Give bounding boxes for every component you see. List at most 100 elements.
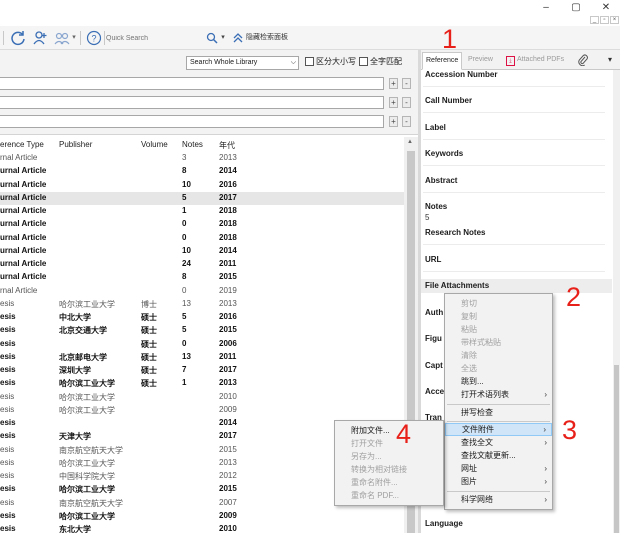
- menu-item-copy[interactable]: 复制: [445, 310, 552, 323]
- cell-reference-type: urnal Article: [0, 232, 47, 242]
- search-scope-select[interactable]: Search Whole Library ⌵: [186, 56, 299, 70]
- cell-year: 2014: [219, 418, 237, 427]
- menu-item-open-term-lists[interactable]: 打开术语列表 ›: [445, 388, 552, 401]
- column-header-publisher[interactable]: Publisher: [59, 140, 92, 149]
- field-file-attachments[interactable]: File Attachments: [425, 281, 489, 290]
- help-icon[interactable]: ?: [86, 30, 102, 46]
- table-row[interactable]: esis 北京邮电大学 硕士 13 2011: [0, 351, 404, 364]
- menu-item-find-full-text[interactable]: 查找全文 ›: [445, 436, 552, 449]
- search-options-chevron-icon[interactable]: ▾: [219, 30, 227, 46]
- table-row[interactable]: esis 深圳大学 硕士 7 2017: [0, 364, 404, 377]
- menu-item-go-to[interactable]: 跳到...: [445, 375, 552, 388]
- tab-reference[interactable]: Reference: [422, 52, 463, 70]
- column-header-reference-type[interactable]: erence Type: [0, 140, 44, 149]
- hide-search-panel-link[interactable]: 隐藏检索面板: [246, 32, 288, 42]
- submenu-item-attach-file[interactable]: 附加文件...: [335, 424, 443, 437]
- search-term-field-3[interactable]: [0, 115, 384, 128]
- remove-search-row-button[interactable]: -: [402, 97, 411, 108]
- menu-item-clear[interactable]: 清除: [445, 349, 552, 362]
- table-row[interactable]: esis 硕士 0 2006: [0, 338, 404, 351]
- table-row[interactable]: esis 哈尔滨工业大学 博士 13 2013: [0, 298, 404, 311]
- cell-publisher: 天津大学: [59, 432, 91, 442]
- menu-item-find-reference-updates[interactable]: 查找文献更新...: [445, 449, 552, 462]
- table-row[interactable]: urnal Article 10 2014: [0, 245, 404, 258]
- add-search-row-button[interactable]: +: [389, 97, 398, 108]
- toolbar-separator: [80, 31, 81, 45]
- table-row[interactable]: esis 哈尔滨工业大学 2010: [0, 391, 404, 404]
- menu-item-spell-check[interactable]: 拼写检查: [445, 406, 552, 419]
- match-case-checkbox[interactable]: [305, 57, 314, 66]
- quick-search-input[interactable]: [106, 30, 201, 46]
- table-row[interactable]: esis 哈尔滨工业大学 2009: [0, 510, 404, 523]
- cell-notes: 3: [182, 153, 187, 162]
- search-term-field-2[interactable]: [0, 96, 384, 109]
- menu-item-web-of-science[interactable]: 科学网络 ›: [445, 493, 552, 506]
- search-term-field-1[interactable]: [0, 77, 384, 90]
- field-label: Label: [425, 123, 446, 132]
- submenu-item-open-file[interactable]: 打开文件: [335, 437, 443, 450]
- mdi-restore-button[interactable]: ▫: [600, 16, 609, 24]
- mdi-close-button[interactable]: ×: [610, 16, 619, 24]
- match-words-checkbox[interactable]: [359, 57, 368, 66]
- mdi-minimize-button[interactable]: _: [590, 16, 599, 24]
- table-row[interactable]: esis 东北大学 2010: [0, 523, 404, 533]
- table-row[interactable]: esis 中北大学 硕士 5 2016: [0, 311, 404, 324]
- field-notes-value[interactable]: 5: [425, 213, 429, 222]
- submenu-item-save-as[interactable]: 另存为...: [335, 450, 443, 463]
- tab-attached-pdfs-label: Attached PDFs: [517, 56, 565, 63]
- cell-reference-type: esis: [0, 510, 16, 520]
- table-row[interactable]: urnal Article 10 2016: [0, 179, 404, 192]
- detail-panel-scrollbar[interactable]: [613, 70, 620, 533]
- cell-year: 2018: [219, 232, 237, 242]
- tab-attached-pdfs[interactable]: ⤓ Attached PDFs: [504, 52, 567, 70]
- remove-search-row-button[interactable]: -: [402, 116, 411, 127]
- add-search-row-button[interactable]: +: [389, 116, 398, 127]
- add-search-row-button[interactable]: +: [389, 78, 398, 89]
- submenu-item-rename-attachment[interactable]: 重命名附件...: [335, 476, 443, 489]
- submenu-arrow-icon: ›: [544, 390, 547, 399]
- tab-preview[interactable]: Preview: [465, 52, 496, 70]
- detail-panel-scroll-thumb[interactable]: [614, 365, 619, 533]
- table-row[interactable]: urnal Article 24 2011: [0, 258, 404, 271]
- collapse-up-icon[interactable]: [232, 30, 244, 46]
- close-button[interactable]: ✕: [598, 1, 614, 15]
- table-row[interactable]: rnal Article 3 2013: [0, 152, 404, 165]
- field-call-number: Call Number: [425, 96, 473, 105]
- table-row[interactable]: urnal Article 5 2017: [0, 191, 404, 205]
- field-accession-number: Accession Number: [425, 70, 498, 79]
- column-header-notes[interactable]: Notes: [182, 140, 203, 149]
- minimize-button[interactable]: –: [538, 1, 554, 15]
- column-header-volume[interactable]: Volume: [141, 140, 168, 149]
- sync-icon[interactable]: [10, 30, 26, 46]
- scroll-up-icon[interactable]: ▲: [407, 139, 413, 145]
- table-row[interactable]: urnal Article 1 2018: [0, 205, 404, 218]
- table-row[interactable]: esis 哈尔滨工业大学 硕士 1 2013: [0, 377, 404, 390]
- menu-item-file-attachments[interactable]: 文件附件 ›: [445, 423, 552, 436]
- menu-item-web-of-science-label: 科学网络: [461, 495, 493, 504]
- search-icon[interactable]: [204, 30, 220, 46]
- menu-item-figure[interactable]: 图片 ›: [445, 475, 552, 488]
- table-row[interactable]: urnal Article 8 2015: [0, 271, 404, 284]
- table-row[interactable]: urnal Article 0 2018: [0, 232, 404, 245]
- menu-item-select-all[interactable]: 全选: [445, 362, 552, 375]
- submenu-item-rename-pdf[interactable]: 重命名 PDF...: [335, 489, 443, 502]
- paperclip-icon[interactable]: [577, 54, 589, 69]
- panel-menu-chevron-icon[interactable]: ▾: [608, 55, 612, 64]
- table-row[interactable]: urnal Article 8 2014: [0, 165, 404, 178]
- table-row[interactable]: esis 北京交通大学 硕士 5 2015: [0, 324, 404, 337]
- table-row[interactable]: esis 哈尔滨工业大学 2009: [0, 404, 404, 417]
- chevron-down-icon[interactable]: ▾: [70, 30, 78, 46]
- table-row[interactable]: urnal Article 0 2018: [0, 218, 404, 231]
- menu-item-cut[interactable]: 剪切: [445, 297, 552, 310]
- table-row[interactable]: rnal Article 0 2019: [0, 285, 404, 298]
- column-header-year[interactable]: 年代: [219, 140, 235, 151]
- remove-search-row-button[interactable]: -: [402, 78, 411, 89]
- maximize-button[interactable]: ▢: [568, 1, 584, 15]
- menu-item-paste-with-style[interactable]: 带样式粘贴: [445, 336, 552, 349]
- cell-reference-type: urnal Article: [0, 206, 47, 215]
- menu-item-paste[interactable]: 粘贴: [445, 323, 552, 336]
- menu-item-url[interactable]: 网址 ›: [445, 462, 552, 475]
- share-group-icon[interactable]: [54, 30, 70, 46]
- add-user-icon[interactable]: [32, 30, 48, 46]
- submenu-item-convert-relative-link[interactable]: 转换为相对链接: [335, 463, 443, 476]
